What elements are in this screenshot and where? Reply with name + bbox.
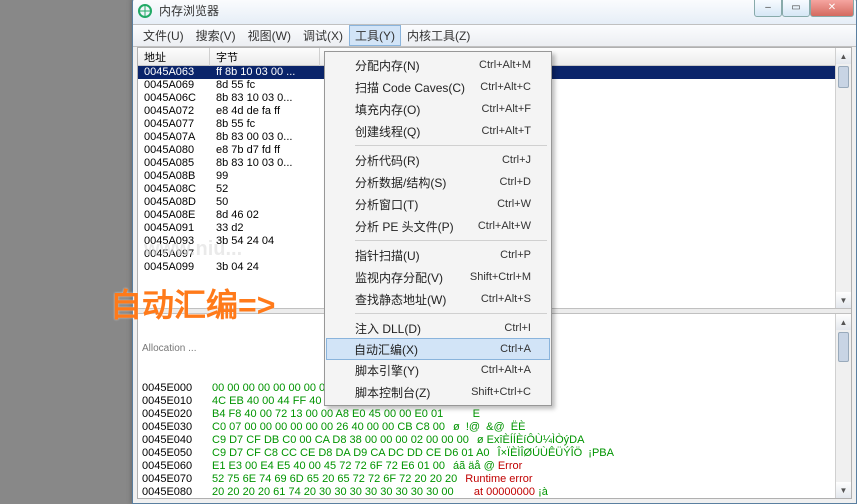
- hex-scrollbar[interactable]: ▲ ▼: [835, 314, 851, 498]
- scroll-down-icon[interactable]: ▼: [836, 292, 851, 308]
- maximize-button[interactable]: ▭: [782, 0, 810, 17]
- menu-item-shortcut: Ctrl+J: [502, 154, 531, 166]
- menu-item-shortcut: Ctrl+D: [500, 176, 531, 188]
- menu-item-label: 分配内存(N): [355, 57, 420, 74]
- scroll-thumb[interactable]: [838, 66, 849, 88]
- scroll-up-icon[interactable]: ▲: [836, 48, 851, 64]
- menu-item-label: 自动汇编(X): [354, 341, 418, 358]
- menu-5[interactable]: 内核工具(Z): [401, 25, 476, 46]
- menu-item[interactable]: 分配内存(N) Ctrl+Alt+M: [327, 54, 549, 76]
- menu-item[interactable]: 扫描 Code Caves(C) Ctrl+Alt+C: [327, 76, 549, 98]
- app-icon: [137, 3, 153, 19]
- menu-item-shortcut: Shift+Ctrl+M: [470, 271, 531, 283]
- hex-row[interactable]: 0045E020B4 F8 40 00 72 13 00 00 A8 E0 45…: [142, 408, 847, 421]
- menu-item[interactable]: 分析窗口(T) Ctrl+W: [327, 193, 549, 215]
- menu-item-shortcut: Ctrl+Alt+T: [481, 125, 531, 137]
- close-button[interactable]: ✕: [810, 0, 854, 17]
- menu-item-label: 指针扫描(U): [355, 247, 420, 264]
- menu-item-shortcut: Ctrl+I: [504, 322, 531, 334]
- annotation-overlay: 自动汇编=>: [110, 280, 275, 326]
- menu-item[interactable]: 查找静态地址(W) Ctrl+Alt+S: [327, 288, 549, 310]
- menu-1[interactable]: 搜索(V): [190, 25, 242, 46]
- menu-item[interactable]: 指针扫描(U) Ctrl+P: [327, 244, 549, 266]
- menu-item-label: 监视内存分配(V): [355, 269, 443, 286]
- hex-row[interactable]: 0045E050C9 D7 CF C8 CC CE D8 DA D9 CA DC…: [142, 447, 847, 460]
- disasm-scrollbar[interactable]: ▲ ▼: [835, 48, 851, 308]
- menu-separator: [355, 240, 547, 241]
- menu-item[interactable]: 监视内存分配(V) Shift+Ctrl+M: [327, 266, 549, 288]
- menubar: 文件(U)搜索(V)视图(W)调试(X)工具(Y)内核工具(Z): [133, 25, 856, 47]
- menu-item-label: 脚本引擎(Y): [355, 362, 419, 379]
- menu-item-shortcut: Ctrl+Alt+M: [479, 59, 531, 71]
- menu-item[interactable]: 脚本引擎(Y) Ctrl+Alt+A: [327, 359, 549, 381]
- menu-item-label: 创建线程(Q): [355, 123, 420, 140]
- menu-0[interactable]: 文件(U): [137, 25, 190, 46]
- window-buttons: – ▭ ✕: [754, 0, 854, 17]
- scroll-down-icon[interactable]: ▼: [836, 482, 851, 498]
- menu-item-label: 查找静态地址(W): [355, 291, 446, 308]
- menu-item-label: 注入 DLL(D): [355, 320, 421, 337]
- scroll-thumb[interactable]: [838, 332, 849, 362]
- menu-item-label: 分析窗口(T): [355, 196, 418, 213]
- menu-item-label: 扫描 Code Caves(C): [355, 79, 465, 96]
- menu-item-label: 分析代码(R): [355, 152, 420, 169]
- titlebar[interactable]: 内存浏览器 – ▭ ✕: [133, 0, 856, 25]
- menu-item-shortcut: Ctrl+W: [497, 198, 531, 210]
- menu-item-shortcut: Ctrl+P: [500, 249, 531, 261]
- menu-item-label: 填充内存(O): [355, 101, 420, 118]
- menu-item[interactable]: 脚本控制台(Z) Shift+Ctrl+C: [327, 381, 549, 403]
- menu-separator: [355, 313, 547, 314]
- hex-row[interactable]: 0045E030C0 07 00 00 00 00 00 00 26 40 00…: [142, 421, 847, 434]
- menu-2[interactable]: 视图(W): [242, 25, 297, 46]
- menu-item-shortcut: Shift+Ctrl+C: [471, 386, 531, 398]
- window-title: 内存浏览器: [159, 2, 754, 19]
- menu-item-shortcut: Ctrl+Alt+F: [481, 103, 531, 115]
- menu-item-label: 分析 PE 头文件(P): [355, 218, 454, 235]
- col-address[interactable]: 地址: [138, 48, 210, 66]
- col-bytes[interactable]: 字节: [210, 48, 320, 66]
- menu-item[interactable]: 分析 PE 头文件(P) Ctrl+Alt+W: [327, 215, 549, 237]
- menu-item-shortcut: Ctrl+Alt+C: [480, 81, 531, 93]
- menu-item[interactable]: 分析代码(R) Ctrl+J: [327, 149, 549, 171]
- menu-3[interactable]: 调试(X): [297, 25, 349, 46]
- scroll-up-icon[interactable]: ▲: [836, 314, 851, 330]
- menu-item-shortcut: Ctrl+Alt+W: [478, 220, 531, 232]
- menu-item[interactable]: 填充内存(O) Ctrl+Alt+F: [327, 98, 549, 120]
- hex-row[interactable]: 0045E060E1 E3 00 E4 E5 40 00 45 72 72 6F…: [142, 460, 847, 473]
- menu-item[interactable]: 注入 DLL(D) Ctrl+I: [327, 317, 549, 339]
- menu-item[interactable]: 创建线程(Q) Ctrl+Alt+T: [327, 120, 549, 142]
- menu-item-shortcut: Ctrl+A: [500, 343, 531, 355]
- hex-row[interactable]: 0045E040C9 D7 CF DB C0 00 CA D8 38 00 00…: [142, 434, 847, 447]
- menu-item-label: 脚本控制台(Z): [355, 384, 430, 401]
- menu-separator: [355, 145, 547, 146]
- menu-item[interactable]: 分析数据/结构(S) Ctrl+D: [327, 171, 549, 193]
- tools-menu-dropdown: 分配内存(N) Ctrl+Alt+M 扫描 Code Caves(C) Ctrl+Al…: [324, 51, 552, 406]
- hex-row[interactable]: 0045E07052 75 6E 74 69 6D 65 20 65 72 72…: [142, 473, 847, 486]
- minimize-button[interactable]: –: [754, 0, 782, 17]
- menu-item[interactable]: 自动汇编(X) Ctrl+A: [326, 338, 550, 360]
- menu-item-shortcut: Ctrl+Alt+S: [481, 293, 531, 305]
- menu-item-shortcut: Ctrl+Alt+A: [481, 364, 531, 376]
- menu-item-label: 分析数据/结构(S): [355, 174, 446, 191]
- menu-4[interactable]: 工具(Y): [349, 25, 401, 46]
- hex-row[interactable]: 0045E08020 20 20 20 61 74 20 30 30 30 30…: [142, 486, 847, 498]
